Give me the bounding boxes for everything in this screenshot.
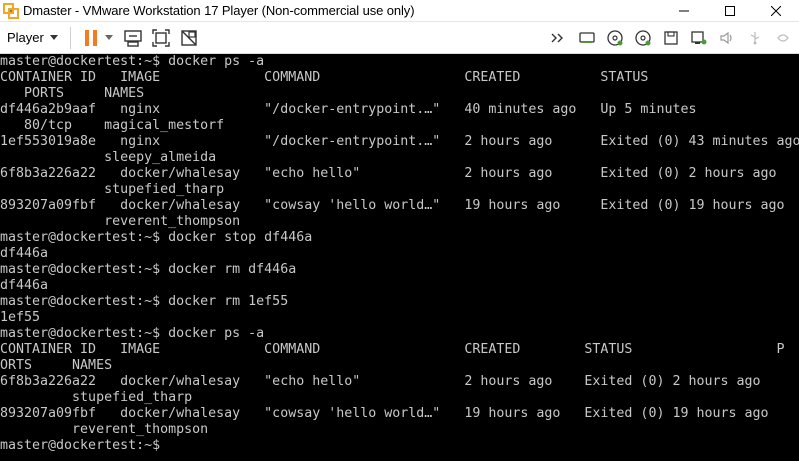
send-ctrl-alt-del-icon: [124, 29, 142, 47]
terminal-line: ORTS NAMES: [0, 358, 113, 373]
pause-button[interactable]: [77, 25, 105, 51]
terminal-line: master@dockertest:~$ docker rm df446a: [0, 262, 297, 277]
terminal-line: master@dockertest:~$: [0, 438, 169, 453]
terminal-line: stupefied_tharp: [0, 390, 193, 405]
terminal-line: 893207a09fbf docker/whalesay "cowsay 'he…: [0, 198, 785, 213]
unity-button[interactable]: [175, 25, 203, 51]
forward-button[interactable]: [545, 25, 573, 51]
vmware-app-icon: [3, 2, 19, 19]
pause-icon: [84, 29, 97, 46]
terminal-line: 6f8b3a226a22 docker/whalesay "echo hello…: [0, 166, 777, 181]
cd2-device-button[interactable]: [629, 25, 657, 51]
terminal-line: df446a: [0, 246, 49, 261]
terminal-line: 1ef55: [0, 310, 41, 325]
toolbar-divider: [69, 26, 71, 49]
terminal-line: 1ef553019a8e nginx "/docker-entrypoint.……: [0, 134, 799, 149]
window-controls: [661, 0, 799, 22]
terminal-line: master@dockertest:~$ docker ps -a: [0, 54, 265, 69]
usb-icon: [750, 32, 760, 45]
unity-icon: [181, 29, 197, 46]
network-icon: [691, 31, 707, 45]
more-devices-icon: [777, 34, 789, 42]
send-ctrl-alt-del-button[interactable]: [119, 25, 147, 51]
network-device-button[interactable]: [685, 25, 713, 51]
terminal-line: 893207a09fbf docker/whalesay "cowsay 'he…: [0, 406, 769, 421]
device-toolbar: [545, 22, 797, 54]
close-button[interactable]: [753, 0, 799, 22]
guest-console[interactable]: master@dockertest:~$ docker ps -a CONTAIN…: [0, 54, 799, 461]
vmware-player-window: Dmaster - VMware Workstation 17 Player (…: [0, 0, 799, 461]
hdd-icon: [579, 32, 595, 43]
minimize-button[interactable]: [661, 0, 707, 22]
terminal-line: 6f8b3a226a22 docker/whalesay "echo hello…: [0, 374, 761, 389]
forward-icon: [551, 33, 563, 43]
chevron-down-icon: [49, 35, 58, 40]
terminal-line: master@dockertest:~$ docker stop df446a: [0, 230, 313, 245]
player-menu-label: Player: [7, 30, 44, 45]
cd2-icon: [635, 30, 651, 46]
terminal-line: reverent_thompson: [0, 422, 209, 437]
usb-device-button[interactable]: [741, 25, 769, 51]
terminal-line: master@dockertest:~$ docker rm 1ef55: [0, 294, 289, 309]
player-menu-button[interactable]: Player: [0, 25, 64, 51]
terminal-line: stupefied_tharp: [0, 182, 225, 197]
terminal-line: PORTS NAMES: [0, 86, 145, 101]
terminal-line: 80/tcp magical_mestorf: [0, 118, 225, 133]
sound-icon: [720, 31, 732, 45]
maximize-button[interactable]: [707, 0, 753, 22]
fit-guest-button[interactable]: [147, 25, 175, 51]
hdd-device-button[interactable]: [573, 25, 601, 51]
terminal-line: reverent_thompson: [0, 214, 241, 229]
terminal-line: master@dockertest:~$ docker ps -a: [0, 326, 265, 341]
cd-device-button[interactable]: [601, 25, 629, 51]
fit-guest-icon: [152, 28, 170, 47]
terminal-line: CONTAINER ID IMAGE COMMAND CREATED STATU…: [0, 342, 785, 357]
floppy-device-button[interactable]: [657, 25, 685, 51]
cd-icon: [607, 30, 623, 46]
title-bar: Dmaster - VMware Workstation 17 Player (…: [0, 0, 799, 22]
player-toolbar: Player: [0, 22, 799, 54]
more-devices-button[interactable]: [769, 25, 797, 51]
sound-device-button[interactable]: [713, 25, 741, 51]
pause-dropdown-icon[interactable]: [104, 35, 113, 40]
window-title: Dmaster - VMware Workstation 17 Player (…: [23, 3, 415, 18]
terminal-line: df446a2b9aaf nginx "/docker-entrypoint.……: [0, 102, 697, 117]
terminal-line: CONTAINER ID IMAGE COMMAND CREATED STATU…: [0, 70, 649, 85]
floppy-icon: [664, 31, 678, 45]
terminal-line: df446a: [0, 278, 49, 293]
terminal-line: sleepy_almeida: [0, 150, 217, 165]
